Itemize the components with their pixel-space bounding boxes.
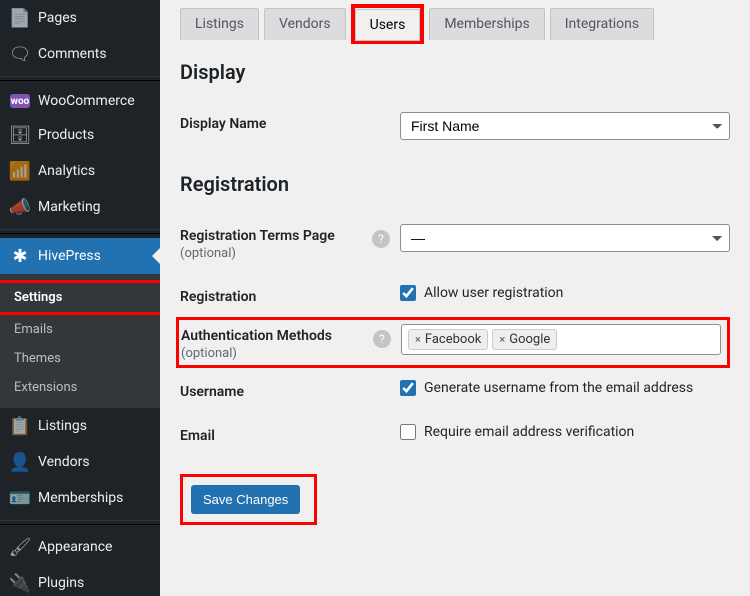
- row-registration: Registration Allow user registration: [180, 273, 730, 317]
- label-reg-terms: Registration Terms Page(optional): [180, 224, 400, 261]
- checkbox-label: Allow user registration: [424, 285, 563, 301]
- tab-users[interactable]: Users: [355, 9, 421, 41]
- section-display-heading: Display: [180, 60, 730, 84]
- sidebar-item-pages[interactable]: 📄 Pages: [0, 0, 160, 36]
- select-reg-terms[interactable]: —: [400, 224, 730, 252]
- sidebar-label: Products: [38, 127, 94, 143]
- row-email: Email Require email address verification: [180, 412, 730, 456]
- tab-integrations[interactable]: Integrations: [550, 8, 654, 40]
- label-username: Username: [180, 380, 400, 400]
- token-google[interactable]: ×Google: [492, 329, 557, 350]
- highlight-users-tab: Users: [351, 4, 425, 44]
- separator: [0, 520, 160, 525]
- tab-memberships[interactable]: Memberships: [429, 8, 544, 40]
- comments-icon: 🗨: [10, 44, 30, 64]
- sidebar-item-analytics[interactable]: 📶 Analytics: [0, 153, 160, 189]
- row-auth-methods: Authentication Methods(optional) ? ×Face…: [176, 317, 730, 368]
- sidebar-label: Plugins: [38, 575, 84, 591]
- auth-methods-input[interactable]: ×Facebook ×Google: [401, 324, 721, 355]
- woo-icon: woo: [10, 94, 30, 108]
- hivepress-icon: ✱: [10, 246, 30, 266]
- sidebar-item-plugins[interactable]: 🔌 Plugins: [0, 565, 160, 596]
- vendors-icon: 👤: [10, 452, 30, 472]
- tab-listings[interactable]: Listings: [180, 8, 259, 40]
- plugins-icon: 🔌: [10, 573, 30, 593]
- sidebar-item-memberships[interactable]: 🪪 Memberships: [0, 480, 160, 516]
- row-display-name: Display Name First Name: [180, 100, 730, 152]
- sidebar-item-woocommerce[interactable]: woo WooCommerce: [0, 85, 160, 117]
- checkbox-email-verification[interactable]: [400, 424, 416, 440]
- sidebar-label: Appearance: [38, 539, 112, 555]
- sidebar-label: Pages: [38, 10, 77, 26]
- marketing-icon: 📣: [10, 197, 30, 217]
- sidebar-item-hivepress[interactable]: ✱ HivePress: [0, 238, 160, 274]
- sidebar-label: Comments: [38, 46, 107, 62]
- highlight-save: Save Changes: [180, 474, 317, 525]
- sidebar-label: HivePress: [38, 248, 101, 264]
- settings-tabs: Listings Vendors Users Memberships Integ…: [180, 8, 730, 40]
- remove-icon[interactable]: ×: [499, 333, 505, 346]
- separator: [0, 229, 160, 234]
- token-facebook[interactable]: ×Facebook: [408, 329, 488, 350]
- label-email: Email: [180, 424, 400, 444]
- pages-icon: 📄: [10, 8, 30, 28]
- checkbox-generate-username[interactable]: [400, 380, 416, 396]
- sidebar-item-listings[interactable]: 📋 Listings: [0, 408, 160, 444]
- submenu-extensions[interactable]: Extensions: [0, 373, 160, 402]
- admin-sidebar: 📄 Pages 🗨 Comments woo WooCommerce 🗄 Product…: [0, 0, 160, 596]
- select-display-name[interactable]: First Name: [400, 112, 730, 140]
- sidebar-label: Memberships: [38, 490, 123, 506]
- products-icon: 🗄: [10, 125, 30, 145]
- submenu-settings[interactable]: Settings: [0, 280, 160, 315]
- sidebar-label: Listings: [38, 418, 87, 434]
- memberships-icon: 🪪: [10, 488, 30, 508]
- label-auth-methods: Authentication Methods(optional): [181, 324, 401, 361]
- save-button[interactable]: Save Changes: [191, 485, 300, 514]
- label-registration: Registration: [180, 285, 400, 305]
- analytics-icon: 📶: [10, 161, 30, 181]
- sidebar-label: Marketing: [38, 199, 101, 215]
- separator: [0, 76, 160, 81]
- submenu-themes[interactable]: Themes: [0, 344, 160, 373]
- sidebar-item-vendors[interactable]: 👤 Vendors: [0, 444, 160, 480]
- appearance-icon: 🖌: [10, 537, 30, 557]
- checkbox-allow-registration[interactable]: [400, 285, 416, 301]
- hivepress-submenu: Settings Emails Themes Extensions: [0, 274, 160, 408]
- help-icon[interactable]: ?: [372, 230, 390, 248]
- sidebar-item-appearance[interactable]: 🖌 Appearance: [0, 529, 160, 565]
- sidebar-item-products[interactable]: 🗄 Products: [0, 117, 160, 153]
- sidebar-label: Analytics: [38, 163, 95, 179]
- row-reg-terms: Registration Terms Page(optional) ? —: [180, 212, 730, 273]
- section-registration-heading: Registration: [180, 172, 730, 196]
- sidebar-label: WooCommerce: [38, 93, 135, 109]
- row-username: Username Generate username from the emai…: [180, 368, 730, 412]
- tab-vendors[interactable]: Vendors: [264, 8, 346, 40]
- remove-icon[interactable]: ×: [415, 333, 421, 346]
- checkbox-label: Require email address verification: [424, 424, 634, 440]
- listings-icon: 📋: [10, 416, 30, 436]
- sidebar-item-marketing[interactable]: 📣 Marketing: [0, 189, 160, 225]
- sidebar-label: Vendors: [38, 454, 90, 470]
- help-icon[interactable]: ?: [373, 330, 391, 348]
- submenu-emails[interactable]: Emails: [0, 315, 160, 344]
- checkbox-label: Generate username from the email address: [424, 380, 693, 396]
- label-display-name: Display Name: [180, 112, 400, 132]
- sidebar-item-comments[interactable]: 🗨 Comments: [0, 36, 160, 72]
- content-area: Listings Vendors Users Memberships Integ…: [160, 0, 750, 596]
